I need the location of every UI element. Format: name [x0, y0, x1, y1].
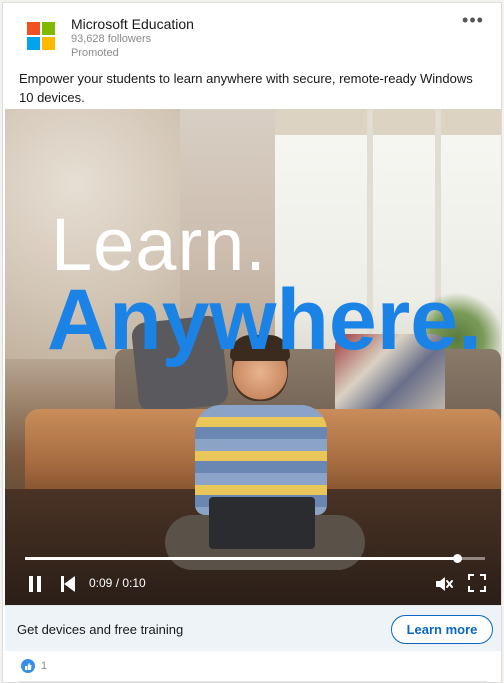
laptop-image: [209, 497, 315, 549]
divider: [19, 681, 487, 682]
post-header: Microsoft Education 93,628 followers Pro…: [3, 3, 501, 67]
more-options-icon[interactable]: •••: [459, 11, 487, 35]
sponsored-post-card: Microsoft Education 93,628 followers Pro…: [2, 2, 502, 683]
microsoft-logo-icon[interactable]: [27, 22, 55, 50]
cta-text: Get devices and free training: [17, 622, 184, 637]
fullscreen-icon[interactable]: [467, 573, 487, 595]
like-reaction-icon: [21, 659, 35, 673]
video-headline-anywhere: Anywhere.: [47, 272, 482, 368]
company-name[interactable]: Microsoft Education: [71, 16, 194, 32]
pause-icon[interactable]: [25, 573, 45, 595]
learn-more-button[interactable]: Learn more: [391, 615, 493, 644]
cta-bar: Get devices and free training Learn more: [5, 605, 501, 651]
video-progress-bar[interactable]: [25, 554, 485, 563]
promoted-label: Promoted: [71, 47, 119, 59]
video-player[interactable]: Learn. Anywhere. 0:09 / 0:10: [5, 109, 501, 605]
skip-back-icon[interactable]: [59, 573, 77, 595]
post-text: Empower your students to learn anywhere …: [19, 71, 473, 105]
video-progress-fill: [25, 557, 458, 560]
video-time: 0:09 / 0:10: [89, 576, 146, 590]
follower-count: 93,628 followers: [71, 33, 152, 45]
muted-speaker-icon[interactable]: [433, 573, 455, 595]
reaction-count: 1: [41, 660, 48, 672]
